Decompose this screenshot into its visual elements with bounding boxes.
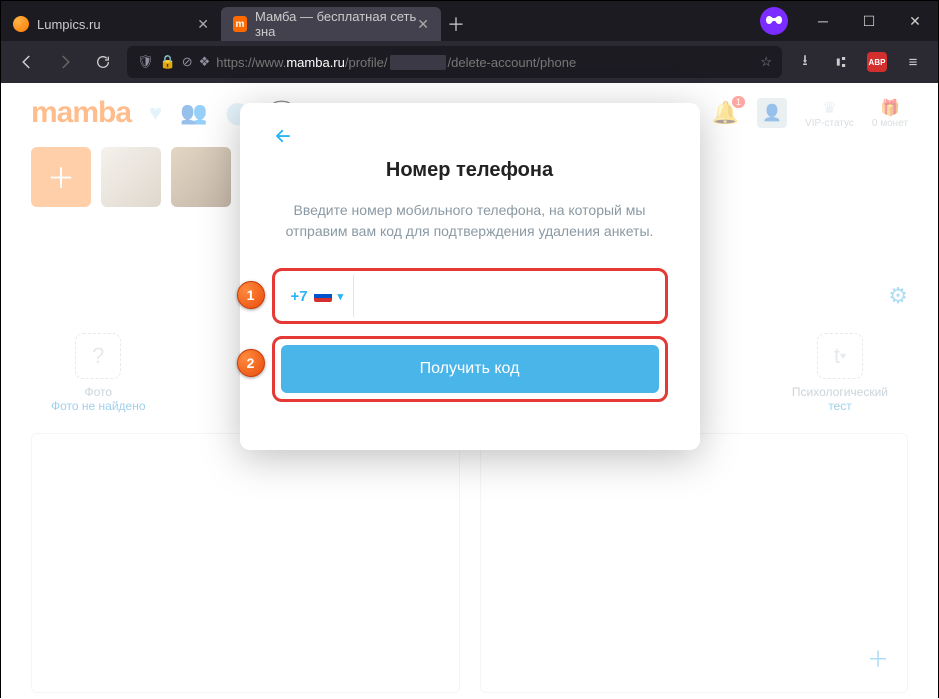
page-content: mamba ♥ 👥 ⬤ 💬 ⬤ ✦ 🔔1 👤 ♛VIP-статус 🎁0 мо…: [1, 83, 938, 699]
close-button[interactable]: ✕: [892, 1, 938, 41]
window-controls: ─ ☐ ✕: [800, 1, 938, 41]
abp-icon[interactable]: ABP: [864, 52, 890, 72]
country-code-selector[interactable]: +7 ▾: [281, 275, 355, 317]
browser-tab-inactive[interactable]: Lumpics.ru ✕: [1, 7, 221, 41]
modal-description: Введите номер мобильного телефона, на ко…: [272, 200, 668, 242]
address-bar[interactable]: 🛡 🔒 ⊘ ❖ https://www.mamba.ru/profile//de…: [127, 46, 782, 78]
phone-input-row: +7 ▾: [281, 275, 659, 317]
bookmark-icon[interactable]: ☆: [760, 54, 772, 70]
maximize-button[interactable]: ☐: [846, 1, 892, 41]
shield-icon: 🛡: [137, 54, 154, 70]
private-mode-icon: [760, 7, 788, 35]
favicon-mamba: m: [233, 16, 247, 32]
tab-title: Lumpics.ru: [37, 17, 101, 32]
reload-button[interactable]: [89, 48, 117, 76]
phone-number-input[interactable]: [354, 288, 658, 305]
tab-title: Мамба — бесплатная сеть зна: [255, 9, 417, 39]
tab-close-icon[interactable]: ✕: [417, 16, 429, 33]
library-icon[interactable]: ⑆: [828, 54, 854, 71]
url-bar: 🛡 🔒 ⊘ ❖ https://www.mamba.ru/profile//de…: [1, 41, 938, 83]
minimize-button[interactable]: ─: [800, 1, 846, 41]
downloads-icon[interactable]: ⭳: [792, 50, 818, 75]
modal-title: Номер телефона: [272, 159, 668, 182]
forward-button[interactable]: [51, 48, 79, 76]
lock-icon: 🔒: [160, 54, 176, 70]
back-button[interactable]: [13, 48, 41, 76]
extension-icon: ❖: [199, 54, 211, 70]
tab-close-icon[interactable]: ✕: [197, 16, 209, 33]
flag-ru-icon: [314, 290, 332, 302]
chevron-down-icon: ▾: [338, 290, 344, 303]
callout-2: 2: [237, 349, 265, 377]
callout-1: 1: [237, 281, 265, 309]
menu-icon[interactable]: ≡: [900, 54, 926, 71]
phone-field-highlight: 1 +7 ▾: [272, 268, 668, 324]
button-highlight: 2 Получить код: [272, 336, 668, 402]
browser-tab-active[interactable]: m Мамба — бесплатная сеть зна ✕: [221, 7, 441, 41]
permission-icon: ⊘: [182, 54, 193, 70]
new-tab-button[interactable]: ＋: [441, 7, 471, 41]
get-code-button[interactable]: Получить код: [281, 345, 659, 393]
favicon-lumpics: [13, 16, 29, 32]
phone-modal: Номер телефона Введите номер мобильного …: [240, 103, 700, 450]
url-text: https://www.mamba.ru/profile//delete-acc…: [216, 55, 754, 70]
modal-back-button[interactable]: [272, 127, 668, 145]
window-titlebar: Lumpics.ru ✕ m Мамба — бесплатная сеть з…: [1, 1, 938, 41]
